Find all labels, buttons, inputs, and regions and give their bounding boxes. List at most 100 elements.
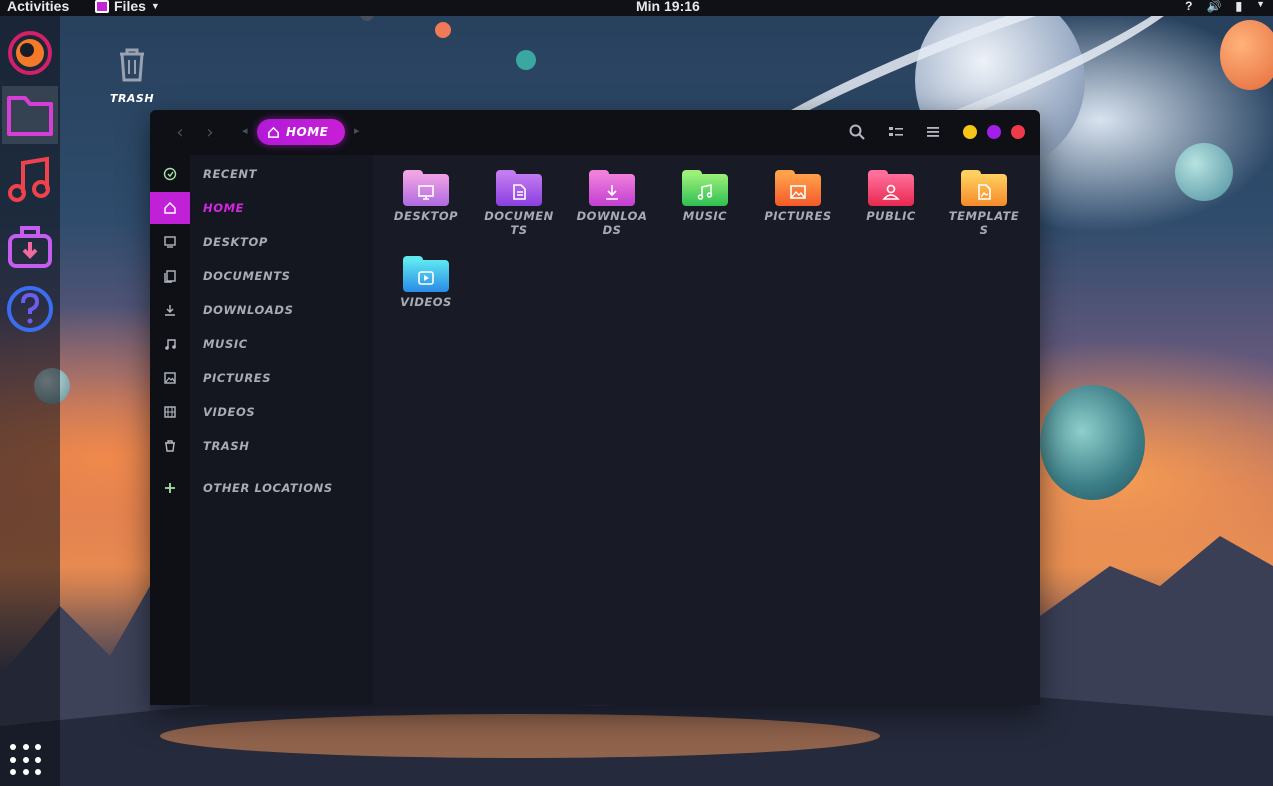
dock-item-software[interactable] — [2, 216, 58, 274]
header-bar: ‹ › ◂ HOME ▸ — [150, 110, 1040, 155]
file-name: VIDEOS — [400, 295, 452, 309]
folder-icon — [403, 256, 449, 292]
plus-icon — [165, 483, 175, 493]
document-icon — [164, 270, 176, 283]
folder-icon — [496, 170, 542, 206]
app-menu[interactable]: Files ▼ — [95, 0, 160, 14]
film-icon — [164, 406, 176, 418]
dock-item-music[interactable] — [2, 151, 58, 209]
dock-item-help[interactable] — [2, 280, 58, 338]
files-icon — [7, 96, 53, 136]
sidebar-item-documents[interactable]: DOCUMENTS — [150, 260, 373, 292]
home-icon — [164, 202, 176, 214]
maximize-button[interactable] — [987, 125, 1001, 139]
software-icon — [8, 226, 52, 268]
image-icon — [790, 185, 806, 199]
folder-item-downloads[interactable]: DOWNLOADS — [574, 170, 650, 237]
dock — [0, 16, 60, 786]
dock-item-firefox[interactable] — [2, 24, 58, 82]
top-bar: Activities Files ▼ Min 19:16 ? 🔊 ▮ ▼ — [0, 0, 1273, 16]
trash-icon — [120, 48, 144, 82]
sidebar-item-pictures[interactable]: PICTURES — [150, 362, 373, 394]
music-note-icon — [165, 339, 176, 350]
folder-item-music[interactable]: MUSIC — [667, 170, 743, 223]
sidebar-item-downloads[interactable]: DOWNLOADS — [150, 294, 373, 326]
file-name: PICTURES — [764, 209, 832, 223]
forward-button[interactable]: › — [200, 123, 220, 143]
dock-item-files[interactable] — [2, 86, 58, 144]
desktop-trash[interactable]: TRASH — [104, 46, 160, 105]
view-toggle-icon[interactable] — [887, 123, 905, 141]
folder-icon — [403, 170, 449, 206]
sidebar-item-music[interactable]: MUSIC — [150, 328, 373, 360]
pathbar-home-button[interactable]: HOME — [257, 119, 345, 145]
monitor-icon — [164, 236, 176, 248]
sidebar-item-recent[interactable]: RECENT — [150, 158, 373, 190]
music-note-icon — [697, 184, 713, 200]
file-name: DOCUMENTS — [484, 209, 554, 237]
large-planet-teal — [1040, 385, 1145, 500]
sidebar-item-label: DOWNLOADS — [203, 303, 294, 317]
sidebar-item-videos[interactable]: VIDEOS — [150, 396, 373, 428]
sidebar: RECENT HOME DESKTOP DOCUMENTS DOWNLOADS … — [150, 155, 373, 705]
help-icon — [7, 286, 53, 332]
trash-icon — [165, 440, 175, 452]
person-icon — [882, 184, 900, 200]
chevron-down-icon: ▼ — [150, 1, 160, 11]
dot-orange — [435, 22, 451, 38]
dot-teal — [516, 50, 536, 70]
network-question-icon: ? — [1185, 0, 1193, 13]
battery-icon: ▮ — [1235, 0, 1243, 13]
back-button[interactable]: ‹ — [170, 123, 190, 143]
sidebar-item-label: PICTURES — [203, 371, 272, 385]
template-icon — [978, 184, 991, 200]
sidebar-item-desktop[interactable]: DESKTOP — [150, 226, 373, 258]
sidebar-item-label: TRASH — [203, 439, 250, 453]
clock-icon — [163, 167, 177, 181]
close-button[interactable] — [1011, 125, 1025, 139]
sidebar-item-label: RECENT — [203, 167, 258, 181]
folder-item-public[interactable]: PUBLIC — [853, 170, 929, 223]
file-view: DESKTOP DOCUMENTS DOWNLOADS MUSIC PICTUR… — [373, 155, 1040, 705]
sidebar-item-label: MUSIC — [203, 337, 248, 351]
pathbar-right-arrow[interactable]: ▸ — [354, 124, 360, 137]
show-apps-icon[interactable] — [10, 744, 44, 778]
sidebar-item-other-locations[interactable]: OTHER LOCATIONS — [150, 472, 373, 504]
file-name: DOWNLOADS — [576, 209, 648, 237]
folder-item-documents[interactable]: DOCUMENTS — [481, 170, 557, 237]
folder-icon — [775, 170, 821, 206]
file-name: PUBLIC — [866, 209, 916, 223]
desktop-trash-label: TRASH — [109, 92, 155, 105]
sidebar-item-home[interactable]: HOME — [150, 192, 373, 224]
home-icon — [268, 126, 279, 138]
folder-icon — [868, 170, 914, 206]
folder-item-templates[interactable]: TEMPLATES — [946, 170, 1022, 237]
folder-icon — [682, 170, 728, 206]
firefox-icon — [8, 31, 52, 75]
folder-item-videos[interactable]: VIDEOS — [388, 256, 464, 309]
volume-icon: 🔊 — [1206, 0, 1222, 13]
activities-button[interactable]: Activities — [7, 0, 69, 14]
folder-item-pictures[interactable]: PICTURES — [760, 170, 836, 223]
system-tray[interactable]: ? 🔊 ▮ ▼ — [1185, 0, 1265, 13]
file-name: TEMPLATES — [948, 209, 1020, 237]
sidebar-item-label: OTHER LOCATIONS — [203, 481, 333, 495]
minimize-button[interactable] — [963, 125, 977, 139]
search-icon[interactable] — [848, 123, 866, 141]
file-name: MUSIC — [682, 209, 728, 223]
sidebar-item-label: DESKTOP — [203, 235, 268, 249]
menu-icon[interactable] — [924, 123, 942, 141]
chevron-down-icon: ▼ — [1256, 0, 1265, 9]
sidebar-item-label: VIDEOS — [203, 405, 256, 419]
pathbar-left-arrow[interactable]: ◂ — [242, 124, 248, 137]
sidebar-item-trash[interactable]: TRASH — [150, 430, 373, 462]
files-app-icon — [95, 0, 109, 13]
music-icon — [8, 156, 50, 202]
play-icon — [418, 271, 434, 285]
small-planet-orange — [1220, 20, 1273, 90]
clock[interactable]: Min 19:16 — [636, 0, 700, 14]
folder-icon — [589, 170, 635, 206]
document-icon — [513, 184, 526, 200]
folder-item-desktop[interactable]: DESKTOP — [388, 170, 464, 223]
folder-icon — [961, 170, 1007, 206]
